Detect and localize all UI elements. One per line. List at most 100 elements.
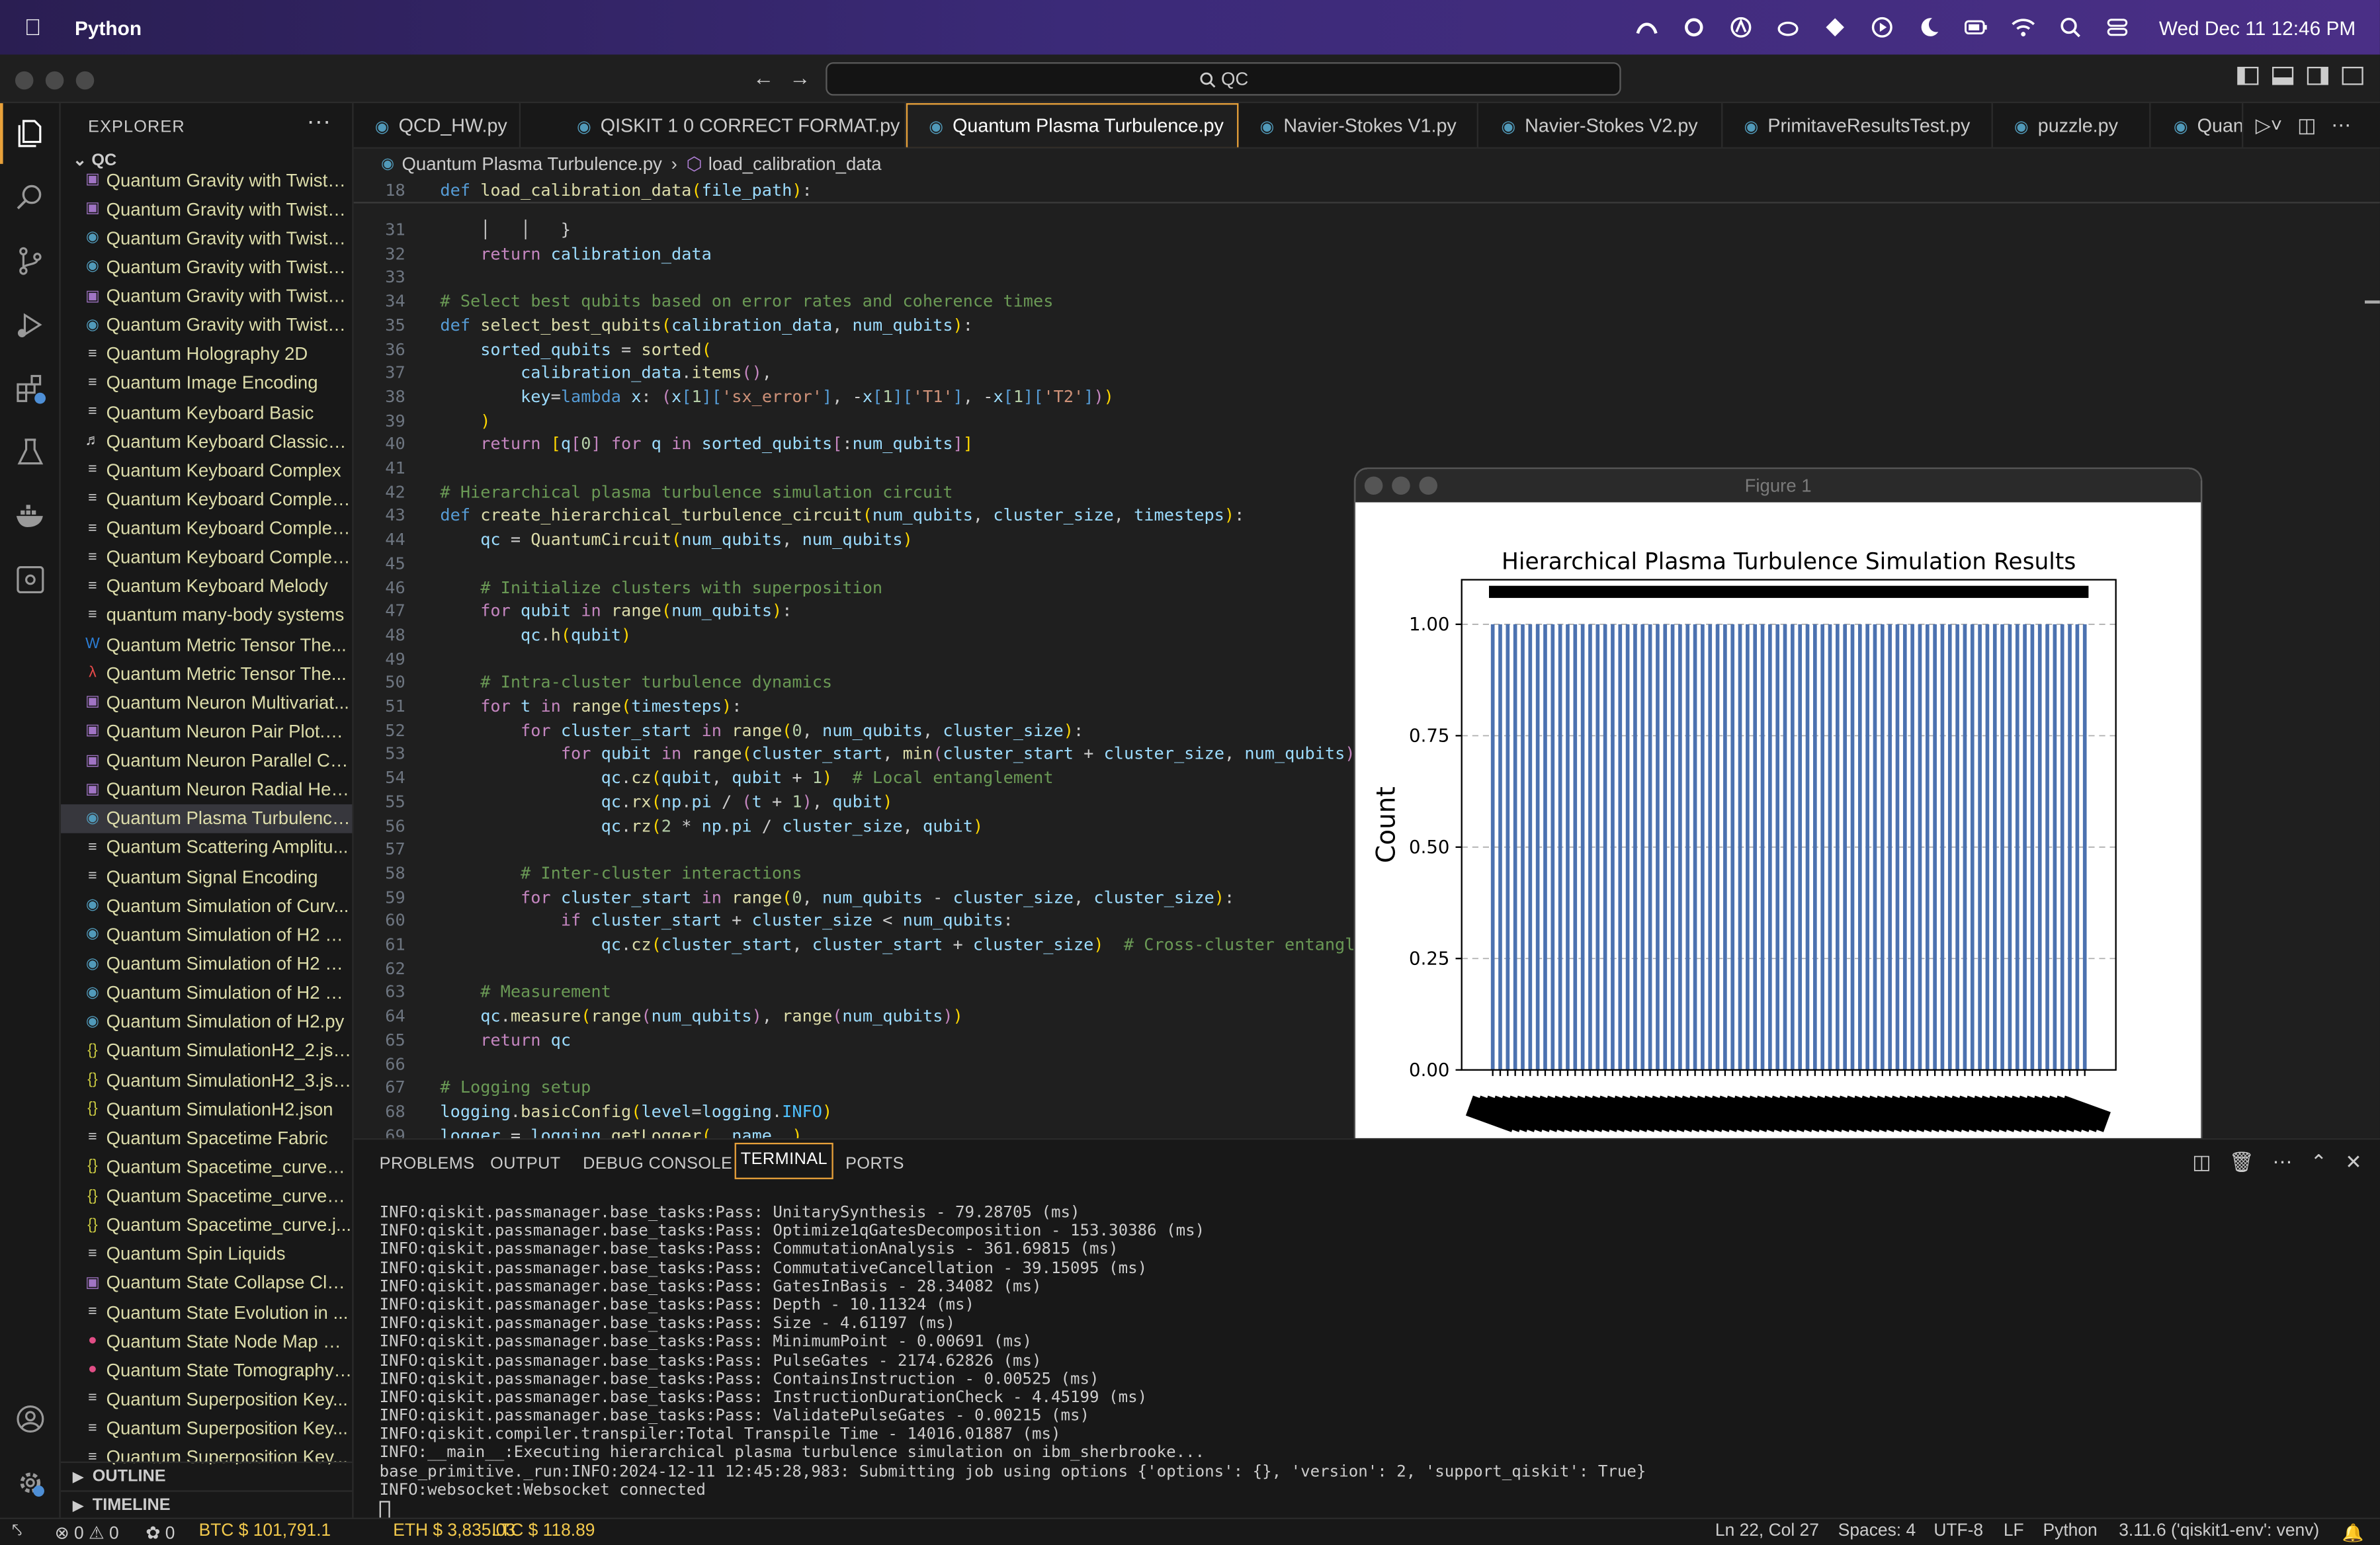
- file-item[interactable]: ● Quantum State Tomography ...: [61, 1356, 352, 1385]
- file-item[interactable]: ≡ Quantum Signal Encoding: [61, 862, 353, 892]
- figure-titlebar[interactable]: Figure 1: [1355, 469, 2201, 503]
- file-item[interactable]: {} Quantum Spacetime_curve_...: [61, 1181, 352, 1210]
- file-item[interactable]: ▣ Quantum Neuron Parallel Co...: [61, 746, 352, 775]
- file-item[interactable]: ≡ Quantum Spacetime Fabric: [61, 1124, 353, 1153]
- app-name[interactable]: Python: [75, 16, 142, 38]
- more-actions-icon[interactable]: ⋯: [2272, 1150, 2292, 1175]
- editor-tab[interactable]: ◉ Navier-Stokes V2.py: [1480, 103, 1723, 147]
- tab-output[interactable]: OUTPUT: [490, 1155, 561, 1173]
- toggle-sidebar-icon[interactable]: [2237, 66, 2259, 85]
- file-item[interactable]: ◉ Quantum Gravity with Twisto...: [61, 224, 352, 253]
- file-item[interactable]: ◉ Quantum Simulation of H2 Vi...: [61, 978, 352, 1007]
- python-interpreter[interactable]: 3.11.6 ('qiskit1-env': venv): [2119, 1522, 2319, 1540]
- breadcrumb-symbol[interactable]: load_calibration_data: [708, 153, 882, 175]
- search-activity-icon[interactable]: [0, 167, 61, 228]
- file-item[interactable]: ≡ Quantum Superposition Key...: [61, 1385, 353, 1414]
- figure-window[interactable]: Figure 1 0.00 0.25 0.50 0.75 1.00 Hierarchica…: [1355, 469, 2201, 1187]
- tab-problems[interactable]: PROBLEMS: [380, 1155, 475, 1173]
- figure-close-button[interactable]: [1364, 476, 1383, 495]
- timeline-section[interactable]: ▶ TIMELINE: [60, 1490, 353, 1517]
- trash-icon[interactable]: 🗑: [2229, 1150, 2254, 1175]
- file-item[interactable]: ▣ Quantum Neuron Pair Plot.png: [61, 717, 352, 746]
- file-item[interactable]: ◉ Quantum Simulation of H2 E...: [61, 920, 352, 949]
- file-item[interactable]: ▣ Quantum Neuron Radial Hea...: [61, 775, 352, 804]
- file-item[interactable]: ≡ Quantum Keyboard Basic: [61, 397, 353, 427]
- editor-tab[interactable]: ◉ Navier-Stokes V1.py: [1238, 103, 1478, 147]
- back-arrow-icon[interactable]: ←: [753, 65, 774, 90]
- file-item[interactable]: ♬ Quantum Keyboard Classical...: [61, 427, 352, 456]
- play-tray-icon[interactable]: [1871, 15, 1895, 40]
- file-item[interactable]: ◉ Quantum Simulation of H2.py: [61, 1007, 353, 1036]
- file-item[interactable]: ≡ Quantum Scattering Amplitu...: [61, 833, 353, 862]
- editor-tab[interactable]: ◉ puzzle.py: [1993, 103, 2151, 147]
- window-close-button[interactable]: [15, 71, 34, 90]
- file-item[interactable]: ≡ Quantum Keyboard Melody: [61, 572, 353, 601]
- menubar-clock[interactable]: Wed Dec 11 12:46 PM: [2159, 16, 2356, 38]
- apple-icon[interactable]: : [24, 15, 42, 40]
- file-item[interactable]: {} Quantum Spacetime_curve.j...: [61, 1210, 353, 1239]
- file-item[interactable]: ◉ Quantum Simulation of H2 Vi...: [61, 949, 352, 978]
- file-item[interactable]: ● Quantum State Node Map Fr...: [61, 1327, 352, 1356]
- encoding[interactable]: UTF-8: [1934, 1522, 1983, 1540]
- file-item[interactable]: ▣ Quantum Neuron Multivariat...: [61, 688, 353, 717]
- file-item[interactable]: ≡ Quantum Holography 2D: [61, 339, 353, 368]
- ltc-price[interactable]: LTC $ 118.89: [491, 1522, 595, 1540]
- toggle-panel-icon[interactable]: [2272, 66, 2294, 85]
- source-control-icon[interactable]: [0, 231, 61, 292]
- run-python-file-icon[interactable]: ▷˅: [2256, 114, 2282, 138]
- testing-flask-icon[interactable]: [0, 422, 61, 483]
- indentation[interactable]: Spaces: 4: [1838, 1522, 1916, 1540]
- battery-icon[interactable]: [1965, 15, 1989, 40]
- file-item[interactable]: ◉ Quantum Simulation of Curv...: [61, 892, 353, 921]
- editor-tab[interactable]: ◉ QISKIT 1 0 CORRECT FORMAT.py: [556, 103, 906, 147]
- outline-section[interactable]: ▶ OUTLINE: [60, 1461, 353, 1491]
- diamond-tray-icon[interactable]: [1824, 15, 1848, 40]
- spotlight-search-icon[interactable]: [2059, 15, 2083, 40]
- tab-debug-console[interactable]: DEBUG CONSOLE: [583, 1155, 732, 1173]
- file-item[interactable]: W Quantum Metric Tensor The...: [61, 630, 353, 659]
- vpn-tray-icon[interactable]: [1729, 15, 1754, 40]
- tab-ports[interactable]: PORTS: [845, 1155, 904, 1173]
- file-item[interactable]: ▣ Quantum State Collapse Clo...: [61, 1269, 352, 1298]
- maximize-panel-icon[interactable]: ⌃: [2311, 1150, 2327, 1175]
- file-item[interactable]: ≡ Quantum Image Encoding: [61, 368, 353, 397]
- window-zoom-button[interactable]: [75, 71, 95, 90]
- tab-terminal[interactable]: TERMINAL: [734, 1142, 834, 1179]
- more-actions-icon[interactable]: ⋯: [2331, 114, 2351, 138]
- file-item[interactable]: ≡ Quantum Keyboard Complex...: [61, 543, 352, 572]
- file-item[interactable]: {} Quantum SimulationH2.json: [61, 1095, 353, 1124]
- split-terminal-icon[interactable]: ◫: [2192, 1150, 2211, 1175]
- ports-indicator[interactable]: ✿ 0: [146, 1522, 175, 1544]
- language-mode[interactable]: Python: [2043, 1522, 2098, 1540]
- customize-layout-icon[interactable]: [2342, 66, 2363, 85]
- gear-tray-icon[interactable]: [1682, 15, 1707, 40]
- explorer-more-actions[interactable]: ···: [307, 109, 331, 136]
- editor-tab[interactable]: ◉ PrimitaveResultsTest.py: [1722, 103, 1993, 147]
- file-item[interactable]: ▣ Quantum Gravity with Twisto...: [61, 194, 352, 224]
- file-item[interactable]: ◉ Quantum Plasma Turbulence...: [60, 804, 353, 833]
- close-panel-icon[interactable]: ✕: [2345, 1150, 2361, 1175]
- file-item[interactable]: ▣ Quantum Gravity with Twisto...: [61, 282, 352, 311]
- moon-icon[interactable]: [1918, 15, 1942, 40]
- btc-price[interactable]: BTC $ 101,791.1: [199, 1522, 331, 1540]
- file-item[interactable]: ≡ Quantum Keyboard Complex: [61, 456, 353, 485]
- breadcrumb-file[interactable]: Quantum Plasma Turbulence.py: [402, 153, 661, 175]
- terminal-output[interactable]: INFO:qiskit.passmanager.base_tasks:Pass:…: [379, 1204, 2353, 1519]
- file-item[interactable]: ▣ Quantum Gravity with Twisto...: [61, 170, 352, 194]
- figure-minimize-button[interactable]: [1392, 476, 1410, 495]
- cursor-position[interactable]: Ln 22, Col 27: [1715, 1522, 1819, 1540]
- cloud-tray-icon[interactable]: [1777, 15, 1801, 40]
- problems-indicator[interactable]: ⊗ 0 ⚠ 0: [55, 1522, 119, 1544]
- file-item[interactable]: ≡ Quantum State Evolution in ...: [61, 1298, 353, 1327]
- notifications-bell-icon[interactable]: 🔔: [2342, 1522, 2364, 1544]
- file-item[interactable]: ≡ Quantum Keyboard Complex...: [61, 514, 352, 543]
- wifi-icon[interactable]: [2012, 15, 2036, 40]
- run-debug-icon[interactable]: [0, 294, 61, 355]
- remote-indicator-icon[interactable]: ⤣: [12, 1522, 22, 1542]
- editor-tab[interactable]: ◉Quantum Plasma Turbulence.py✕: [906, 103, 1239, 147]
- extensions-icon[interactable]: [0, 358, 61, 419]
- file-item[interactable]: ◉ Quantum Gravity with Twisto...: [61, 253, 352, 282]
- manage-gear-icon[interactable]: [0, 1452, 61, 1513]
- file-item[interactable]: ≡ Quantum Keyboard Complex...: [61, 485, 352, 514]
- file-item[interactable]: ≡ quantum many-body systems: [61, 601, 353, 630]
